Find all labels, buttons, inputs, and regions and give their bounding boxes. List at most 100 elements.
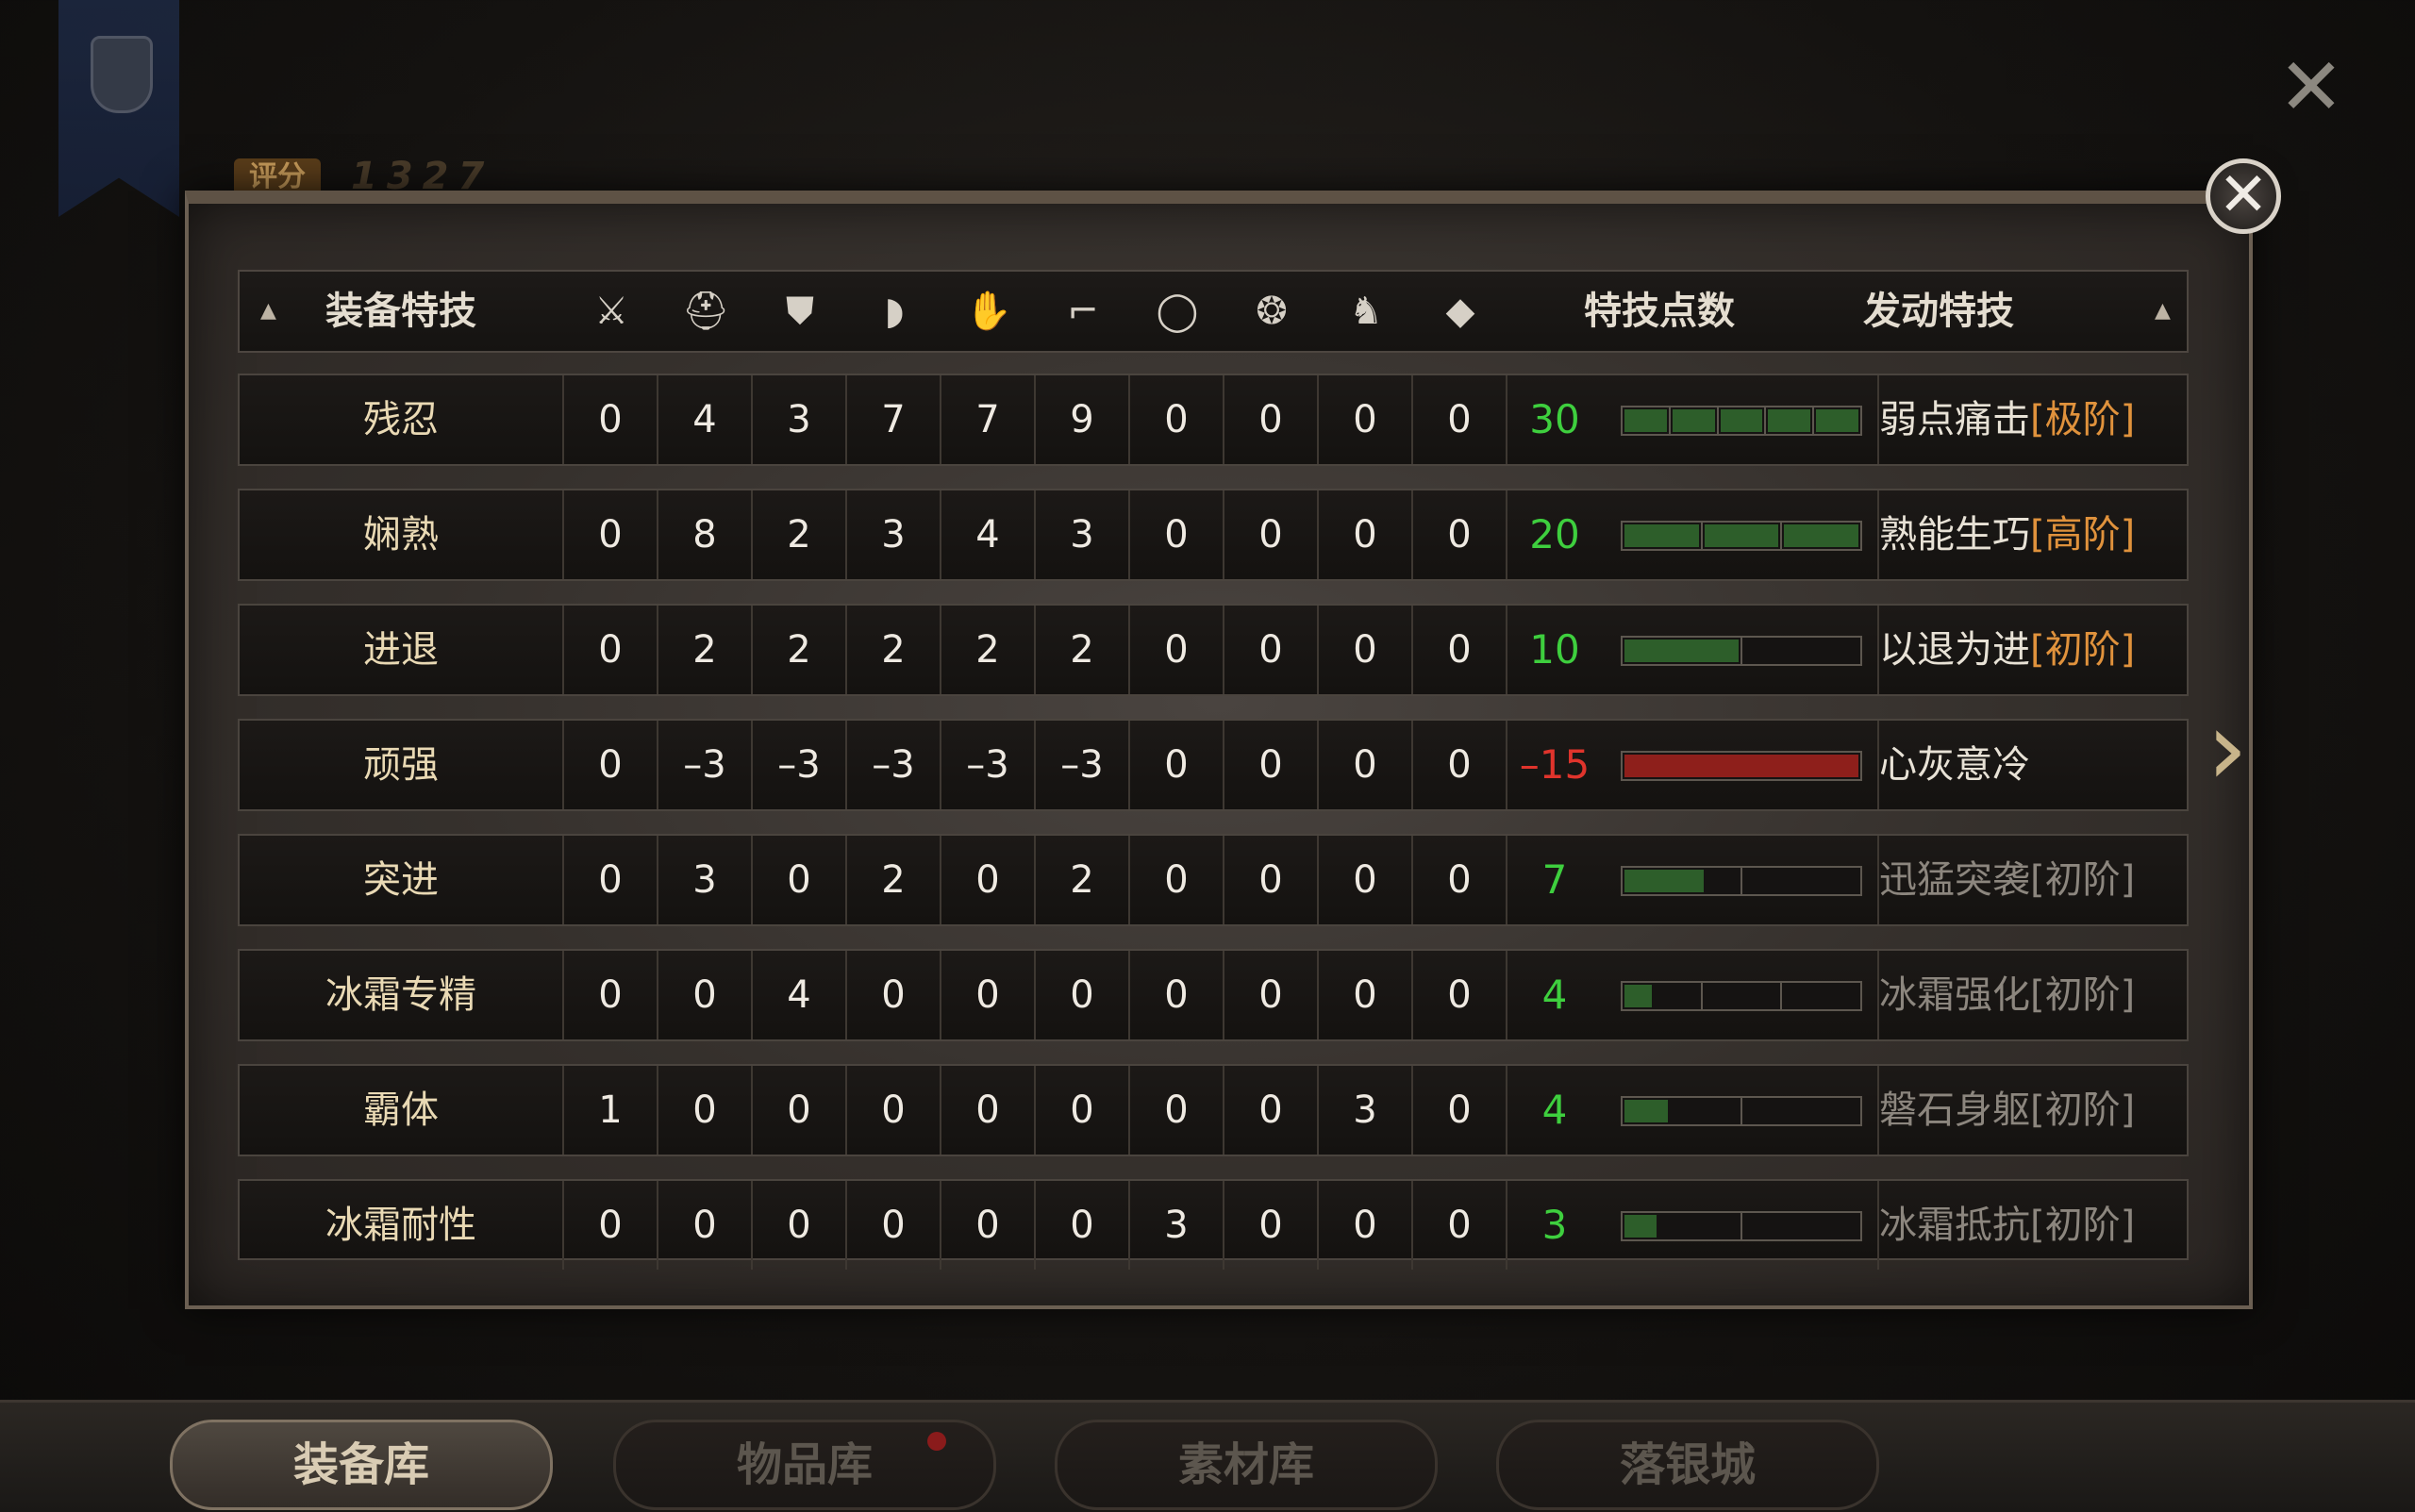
bar-cell (1602, 951, 1879, 1039)
slot-value: 0 (941, 836, 1036, 924)
amulet-icon: ❂ (1256, 290, 1288, 333)
slot-value: 0 (1413, 951, 1507, 1039)
active-skill: 熟能生巧[高阶] (1879, 490, 2135, 579)
slot-value: 0 (1130, 490, 1224, 579)
slot-value: 3 (847, 490, 941, 579)
active-skill-name: 冰霜强化 (1879, 973, 2030, 1017)
close-icon[interactable]: ✕ (2273, 47, 2349, 126)
slot-value: 3 (1319, 1066, 1413, 1155)
slot-value: 0 (847, 951, 941, 1039)
slot-value: 0 (1130, 721, 1224, 809)
slot-value: 0 (1319, 951, 1413, 1039)
slot-value: 0 (1413, 836, 1507, 924)
slot-value: 0 (1319, 375, 1413, 464)
panel-close-button[interactable]: ✕ (2206, 158, 2281, 234)
slot-value: 0 (1224, 606, 1319, 694)
chest-armor-icon: ⛊ (786, 290, 814, 333)
slot-value: 3 (1036, 490, 1130, 579)
slot-value: –3 (658, 721, 753, 809)
table-row[interactable]: 突进 0 3 0 2 0 2 0 0 0 0 7 迅猛突袭[初阶] (238, 834, 2189, 926)
slot-value: 0 (1130, 606, 1224, 694)
slot-value: 0 (1319, 606, 1413, 694)
active-skill: 冰霜抵抗[初阶] (1879, 1181, 2135, 1270)
skill-tier: [初阶] (2030, 973, 2136, 1017)
slot-value: 0 (1130, 951, 1224, 1039)
table-row[interactable]: 霸体 1 0 0 0 0 0 0 0 3 0 4 磐石身躯[初阶] (238, 1064, 2189, 1156)
slot-value: 8 (658, 490, 753, 579)
active-skill-name: 迅猛突袭 (1879, 858, 2030, 902)
glove-icon: ✋ (965, 290, 1012, 333)
tab-city[interactable]: 落银城 (1496, 1420, 1879, 1510)
slot-value: 0 (1319, 1181, 1413, 1270)
bar-cell (1602, 1066, 1879, 1155)
table-row[interactable]: 娴熟 0 8 2 3 4 3 0 0 0 0 20 熟能生巧[高阶] (238, 489, 2189, 581)
bar-cell (1602, 836, 1879, 924)
table-row[interactable]: 进退 0 2 2 2 2 2 0 0 0 0 10 以退为进[初阶] (238, 604, 2189, 696)
ring-icon: ◯ (1156, 290, 1199, 333)
collapse-arrow-icon[interactable]: ▲ (260, 272, 276, 351)
slot-value: 0 (847, 1066, 941, 1155)
slot-value: 3 (753, 375, 847, 464)
slot-value: 7 (941, 375, 1036, 464)
slot-value: 0 (1224, 375, 1319, 464)
slot-value: 0 (753, 1066, 847, 1155)
collapse-arrow-icon[interactable]: ▲ (2155, 272, 2171, 351)
table-row[interactable]: 冰霜专精 0 0 4 0 0 0 0 0 0 0 4 冰霜强化[初阶] (238, 949, 2189, 1041)
slot-value: 0 (1224, 721, 1319, 809)
slot-value: 0 (658, 1066, 753, 1155)
slot-value: 3 (658, 836, 753, 924)
slot-value: 0 (753, 836, 847, 924)
skill-name: 残忍 (240, 375, 564, 464)
active-skill: 磐石身躯[初阶] (1879, 1066, 2135, 1155)
slot-value: 0 (658, 1181, 753, 1270)
tab-equipment[interactable]: 装备库 (170, 1420, 553, 1510)
slot-value: 0 (1036, 951, 1130, 1039)
tab-materials[interactable]: 素材库 (1055, 1420, 1438, 1510)
slot-value: 4 (941, 490, 1036, 579)
table-row[interactable]: 顽强 0 –3 –3 –3 –3 –3 0 0 0 0 –15 心灰意冷 (238, 719, 2189, 811)
header-title: 装备特技 (325, 290, 476, 333)
slot-value: 0 (1319, 490, 1413, 579)
slot-value: 0 (1224, 951, 1319, 1039)
active-skill-name: 冰霜抵抗 (1879, 1204, 2030, 1247)
shield-icon (91, 36, 153, 113)
slot-value: 0 (1413, 1066, 1507, 1155)
slot-value: 0 (1130, 1066, 1224, 1155)
slot-value: 0 (1413, 490, 1507, 579)
slot-value: 2 (941, 606, 1036, 694)
skill-points: 30 (1529, 396, 1580, 442)
slot-value: 2 (753, 606, 847, 694)
tab-items[interactable]: 物品库 (613, 1420, 996, 1510)
active-skill: 冰霜强化[初阶] (1879, 951, 2135, 1039)
slot-value: 3 (1130, 1181, 1224, 1270)
slot-value: 0 (941, 951, 1036, 1039)
slot-value: 2 (658, 606, 753, 694)
skill-points: 3 (1541, 1202, 1568, 1248)
active-skill-name: 磐石身躯 (1879, 1088, 2030, 1132)
slot-value: 1 (564, 1066, 658, 1155)
skill-points: –15 (1519, 741, 1591, 788)
slot-value: –3 (941, 721, 1036, 809)
next-page-arrow-icon[interactable]: › (2194, 696, 2260, 800)
table-row[interactable]: 残忍 0 4 3 7 7 9 0 0 0 0 30 弱点痛击[极阶] (238, 374, 2189, 466)
active-skill: 迅猛突袭[初阶] (1879, 836, 2135, 924)
slot-value: 7 (847, 375, 941, 464)
active-skill: 以退为进[初阶] (1879, 606, 2135, 694)
skill-tier: [初阶] (2030, 628, 2136, 672)
skill-tier: [初阶] (2030, 1088, 2136, 1132)
active-skill-name: 心灰意冷 (1879, 743, 2030, 787)
table-row[interactable]: 冰霜耐性 0 0 0 0 0 0 3 0 0 0 3 冰霜抵抗[初阶] (238, 1179, 2189, 1270)
table-header: ▲ 装备特技 特技点数 发动特技 ▲ ⚔ ⛑ ⛊ ◗ ✋ ⌐ ◯ ❂ ♞ ◆ (238, 270, 2189, 353)
helmet-icon: ⛑ (681, 290, 730, 333)
slot-value: 0 (941, 1181, 1036, 1270)
active-skill-name: 以退为进 (1879, 628, 2030, 672)
slot-value: 0 (564, 1181, 658, 1270)
slot-value: 2 (847, 606, 941, 694)
skill-points: 4 (1541, 972, 1568, 1018)
active-skill: 心灰意冷 (1879, 721, 2030, 809)
slot-value: 0 (1224, 836, 1319, 924)
slot-value: 0 (1224, 490, 1319, 579)
shoulder-icon: ◗ (884, 290, 905, 333)
slot-value: 0 (1224, 1181, 1319, 1270)
slot-value: –3 (753, 721, 847, 809)
